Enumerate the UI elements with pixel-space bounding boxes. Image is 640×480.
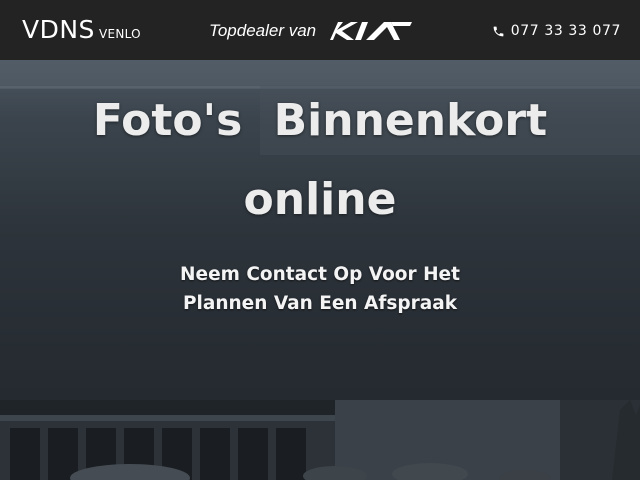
hero-banner: Foto's Binnenkort online Neem Contact Op… — [0, 60, 640, 480]
dealer-badge: Topdealer van — [209, 20, 414, 42]
phone-number: 077 33 33 077 — [510, 23, 621, 39]
brand-location: VENLO — [98, 27, 141, 41]
subheadline-line-2: Plannen Van Een Afspraak — [182, 293, 458, 314]
subheadline-line-1: Neem Contact Op Voor Het — [180, 264, 460, 285]
headline-line-1: Foto's Binnenkort — [92, 95, 548, 146]
phone-link[interactable]: 077 33 33 077 — [492, 22, 621, 40]
brand-name: VDNS — [22, 15, 95, 44]
dealer-text: Topdealer van — [209, 21, 317, 40]
site-header: VDNS VENLO Topdealer van 077 33 33 077 — [0, 0, 640, 60]
headline-line-2: online — [243, 174, 397, 225]
kia-logo-icon — [330, 22, 413, 40]
phone-icon — [493, 26, 504, 36]
site-logo[interactable]: VDNS VENLO — [22, 16, 141, 44]
